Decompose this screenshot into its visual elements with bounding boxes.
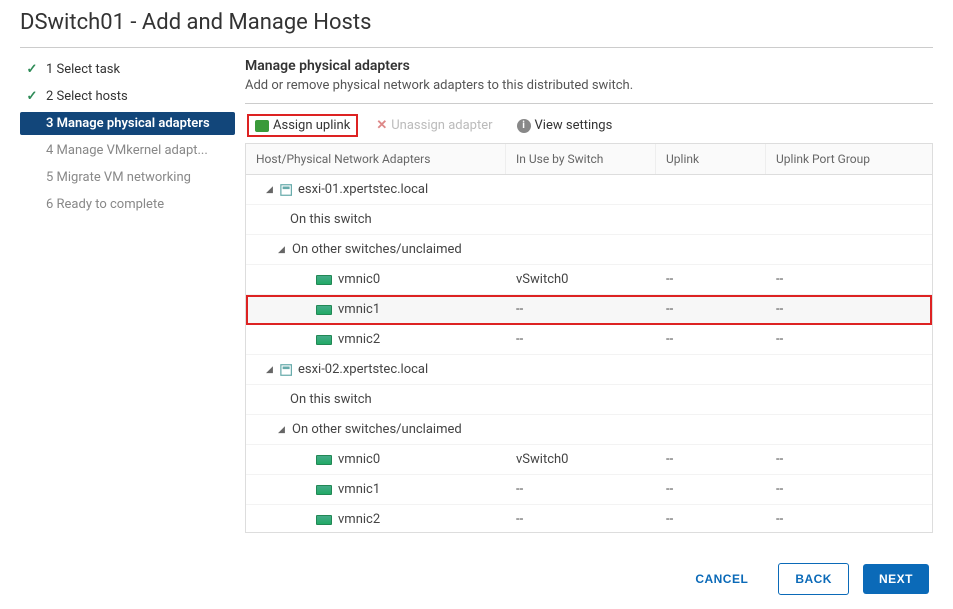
collapse-icon[interactable]: ◢ [266, 365, 276, 375]
nic-name: vmnic1 [338, 482, 380, 497]
host-icon [280, 183, 294, 197]
dialog-title: DSwitch01 - Add and Manage Hosts [20, 0, 933, 48]
adapters-table: Host/Physical Network Adapters In Use by… [245, 143, 933, 533]
host-name: esxi-02.xpertstec.local [298, 362, 428, 377]
table-body[interactable]: ◢ esxi-01.xpertstec.local On this switch… [246, 175, 932, 532]
checkmark-icon: ✓ [26, 62, 38, 77]
host-row[interactable]: ◢ esxi-01.xpertstec.local [246, 175, 932, 205]
host-row[interactable]: ◢ esxi-02.xpertstec.local [246, 355, 932, 385]
toolbar: Assign uplink ✕ Unassign adapter i View … [245, 108, 933, 143]
step-select-task[interactable]: ✓ 1 Select task [20, 58, 235, 81]
nic-name: vmnic0 [338, 272, 380, 287]
nic-switch: vSwitch0 [506, 272, 656, 287]
step-select-hosts[interactable]: ✓ 2 Select hosts [20, 85, 235, 108]
nic-row[interactable]: vmnic1 -- -- -- [246, 475, 932, 505]
group-row-on-this-switch[interactable]: On this switch [246, 205, 932, 235]
assign-label: Assign uplink [273, 118, 350, 133]
nic-icon [316, 515, 332, 525]
col-uplink[interactable]: Uplink [656, 144, 766, 174]
nic-icon [316, 275, 332, 285]
group-row-on-this-switch[interactable]: On this switch [246, 385, 932, 415]
collapse-icon[interactable]: ◢ [278, 425, 288, 435]
nic-icon [316, 305, 332, 315]
host-icon [280, 363, 294, 377]
step-label: 1 Select task [46, 62, 120, 77]
unassign-icon: ✕ [376, 118, 387, 133]
step-label: 2 Select hosts [46, 89, 128, 104]
nic-uplink: -- [656, 272, 766, 287]
collapse-icon[interactable]: ◢ [278, 245, 288, 255]
nic-portgroup: -- [766, 302, 932, 317]
nic-icon [316, 485, 332, 495]
unassign-label: Unassign adapter [391, 118, 492, 133]
panel-title: Manage physical adapters [245, 58, 933, 74]
step-ready-to-complete: 6 Ready to complete [20, 193, 235, 216]
nic-switch: -- [506, 482, 656, 497]
nic-uplink: -- [656, 302, 766, 317]
col-uplink-port-group[interactable]: Uplink Port Group [766, 144, 932, 174]
group-label: On other switches/unclaimed [292, 242, 462, 257]
host-name: esxi-01.xpertstec.local [298, 182, 428, 197]
view-settings-button[interactable]: i View settings [511, 116, 619, 135]
wizard-steps: ✓ 1 Select task ✓ 2 Select hosts 3 Manag… [20, 58, 245, 533]
collapse-icon[interactable]: ◢ [266, 185, 276, 195]
step-label: 4 Manage VMkernel adapt... [46, 143, 208, 158]
view-label: View settings [535, 118, 613, 133]
col-in-use-by-switch[interactable]: In Use by Switch [506, 144, 656, 174]
nic-row[interactable]: vmnic1 -- -- -- [246, 295, 932, 325]
back-button[interactable]: BACK [778, 563, 849, 595]
nic-portgroup: -- [766, 452, 932, 467]
nic-name: vmnic0 [338, 452, 380, 467]
nic-switch: -- [506, 512, 656, 527]
nic-icon [316, 455, 332, 465]
nic-name: vmnic1 [338, 302, 380, 317]
panel-description: Add or remove physical network adapters … [245, 78, 933, 93]
group-row-unclaimed[interactable]: ◢ On other switches/unclaimed [246, 235, 932, 265]
nic-name: vmnic2 [338, 332, 380, 347]
nic-portgroup: -- [766, 482, 932, 497]
unassign-adapter-button: ✕ Unassign adapter [370, 116, 498, 135]
cancel-button[interactable]: CANCEL [679, 564, 764, 594]
nic-portgroup: -- [766, 272, 932, 287]
table-header: Host/Physical Network Adapters In Use by… [246, 144, 932, 175]
nic-portgroup: -- [766, 332, 932, 347]
info-icon: i [517, 119, 531, 133]
nic-uplink: -- [656, 332, 766, 347]
divider [245, 103, 933, 104]
assign-icon [255, 120, 269, 132]
nic-name: vmnic2 [338, 512, 380, 527]
group-row-unclaimed[interactable]: ◢ On other switches/unclaimed [246, 415, 932, 445]
nic-uplink: -- [656, 512, 766, 527]
next-button[interactable]: NEXT [863, 564, 929, 594]
step-migrate-vm-networking: 5 Migrate VM networking [20, 166, 235, 189]
footer-buttons: CANCEL BACK NEXT [679, 563, 929, 595]
nic-switch: vSwitch0 [506, 452, 656, 467]
nic-row[interactable]: vmnic0 vSwitch0 -- -- [246, 445, 932, 475]
group-label: On other switches/unclaimed [292, 422, 462, 437]
col-host-adapters[interactable]: Host/Physical Network Adapters [246, 144, 506, 174]
step-label: 5 Migrate VM networking [46, 170, 191, 185]
nic-portgroup: -- [766, 512, 932, 527]
step-manage-physical-adapters[interactable]: 3 Manage physical adapters [20, 112, 235, 135]
step-manage-vmkernel: 4 Manage VMkernel adapt... [20, 139, 235, 162]
nic-switch: -- [506, 332, 656, 347]
checkmark-icon: ✓ [26, 89, 38, 104]
nic-switch: -- [506, 302, 656, 317]
nic-row[interactable]: vmnic2 -- -- -- [246, 505, 932, 532]
nic-row[interactable]: vmnic0 vSwitch0 -- -- [246, 265, 932, 295]
nic-icon [316, 335, 332, 345]
step-label: 6 Ready to complete [46, 197, 164, 212]
nic-uplink: -- [656, 452, 766, 467]
step-label: 3 Manage physical adapters [46, 116, 210, 131]
assign-uplink-button[interactable]: Assign uplink [247, 114, 358, 137]
nic-row[interactable]: vmnic2 -- -- -- [246, 325, 932, 355]
nic-uplink: -- [656, 482, 766, 497]
